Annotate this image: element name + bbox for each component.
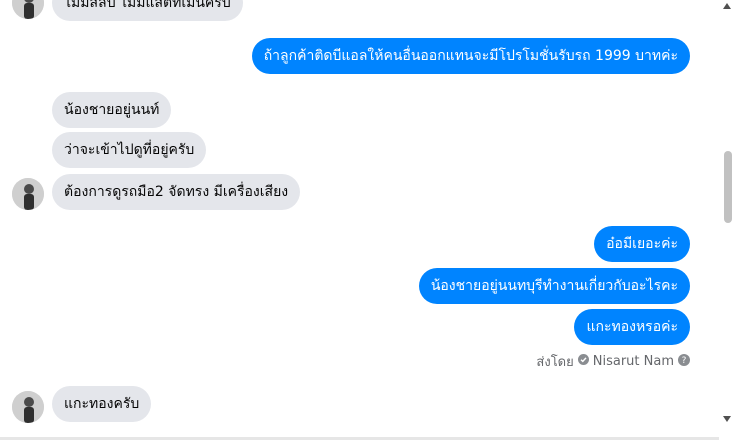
verified-check-icon [577, 354, 589, 369]
outgoing-message[interactable]: ถ้าลูกค้าติดบีแอลให้คนอื่นออกแทนจะมีโปรโ… [251, 38, 690, 74]
user-avatar-icon[interactable] [12, 0, 44, 19]
incoming-message[interactable]: ไม่มีสลิป ไม่มีแสตัทเม้นครับ [52, 0, 243, 21]
sent-by-prefix: ส่งโดย [536, 355, 574, 370]
user-avatar-icon[interactable] [12, 391, 44, 423]
svg-text:?: ? [682, 356, 687, 366]
incoming-message[interactable]: ว่าจะเข้าไปดูที่อยู่ครับ [52, 132, 207, 168]
sent-by-info: ส่งโดย Nisarut Nam ? [536, 351, 690, 372]
scrollbar-thumb[interactable] [724, 151, 732, 223]
outgoing-message[interactable]: น้องชายอยู่นนทบุรีทำงานเกี่ยวกับอะไรคะ [418, 268, 690, 304]
scroll-down-arrow-icon[interactable] [723, 416, 731, 422]
scroll-up-arrow-icon[interactable] [723, 3, 731, 9]
vertical-scrollbar[interactable] [719, 0, 736, 440]
incoming-message[interactable]: แกะทองครับ [52, 386, 152, 422]
outgoing-message[interactable]: แกะทองหรอค่ะ [574, 309, 690, 345]
incoming-message[interactable]: น้องชายอยู่นนท์ [52, 92, 172, 128]
incoming-message[interactable]: ต้องการดูรถมือ2 จัดทรง มีเครื่องเสียง [52, 174, 301, 210]
sender-name[interactable]: Nisarut Nam [593, 354, 674, 369]
outgoing-message[interactable]: อ๋อมีเยอะค่ะ [594, 226, 690, 262]
question-circle-icon[interactable]: ? [678, 353, 690, 370]
user-avatar-icon[interactable] [12, 178, 44, 210]
